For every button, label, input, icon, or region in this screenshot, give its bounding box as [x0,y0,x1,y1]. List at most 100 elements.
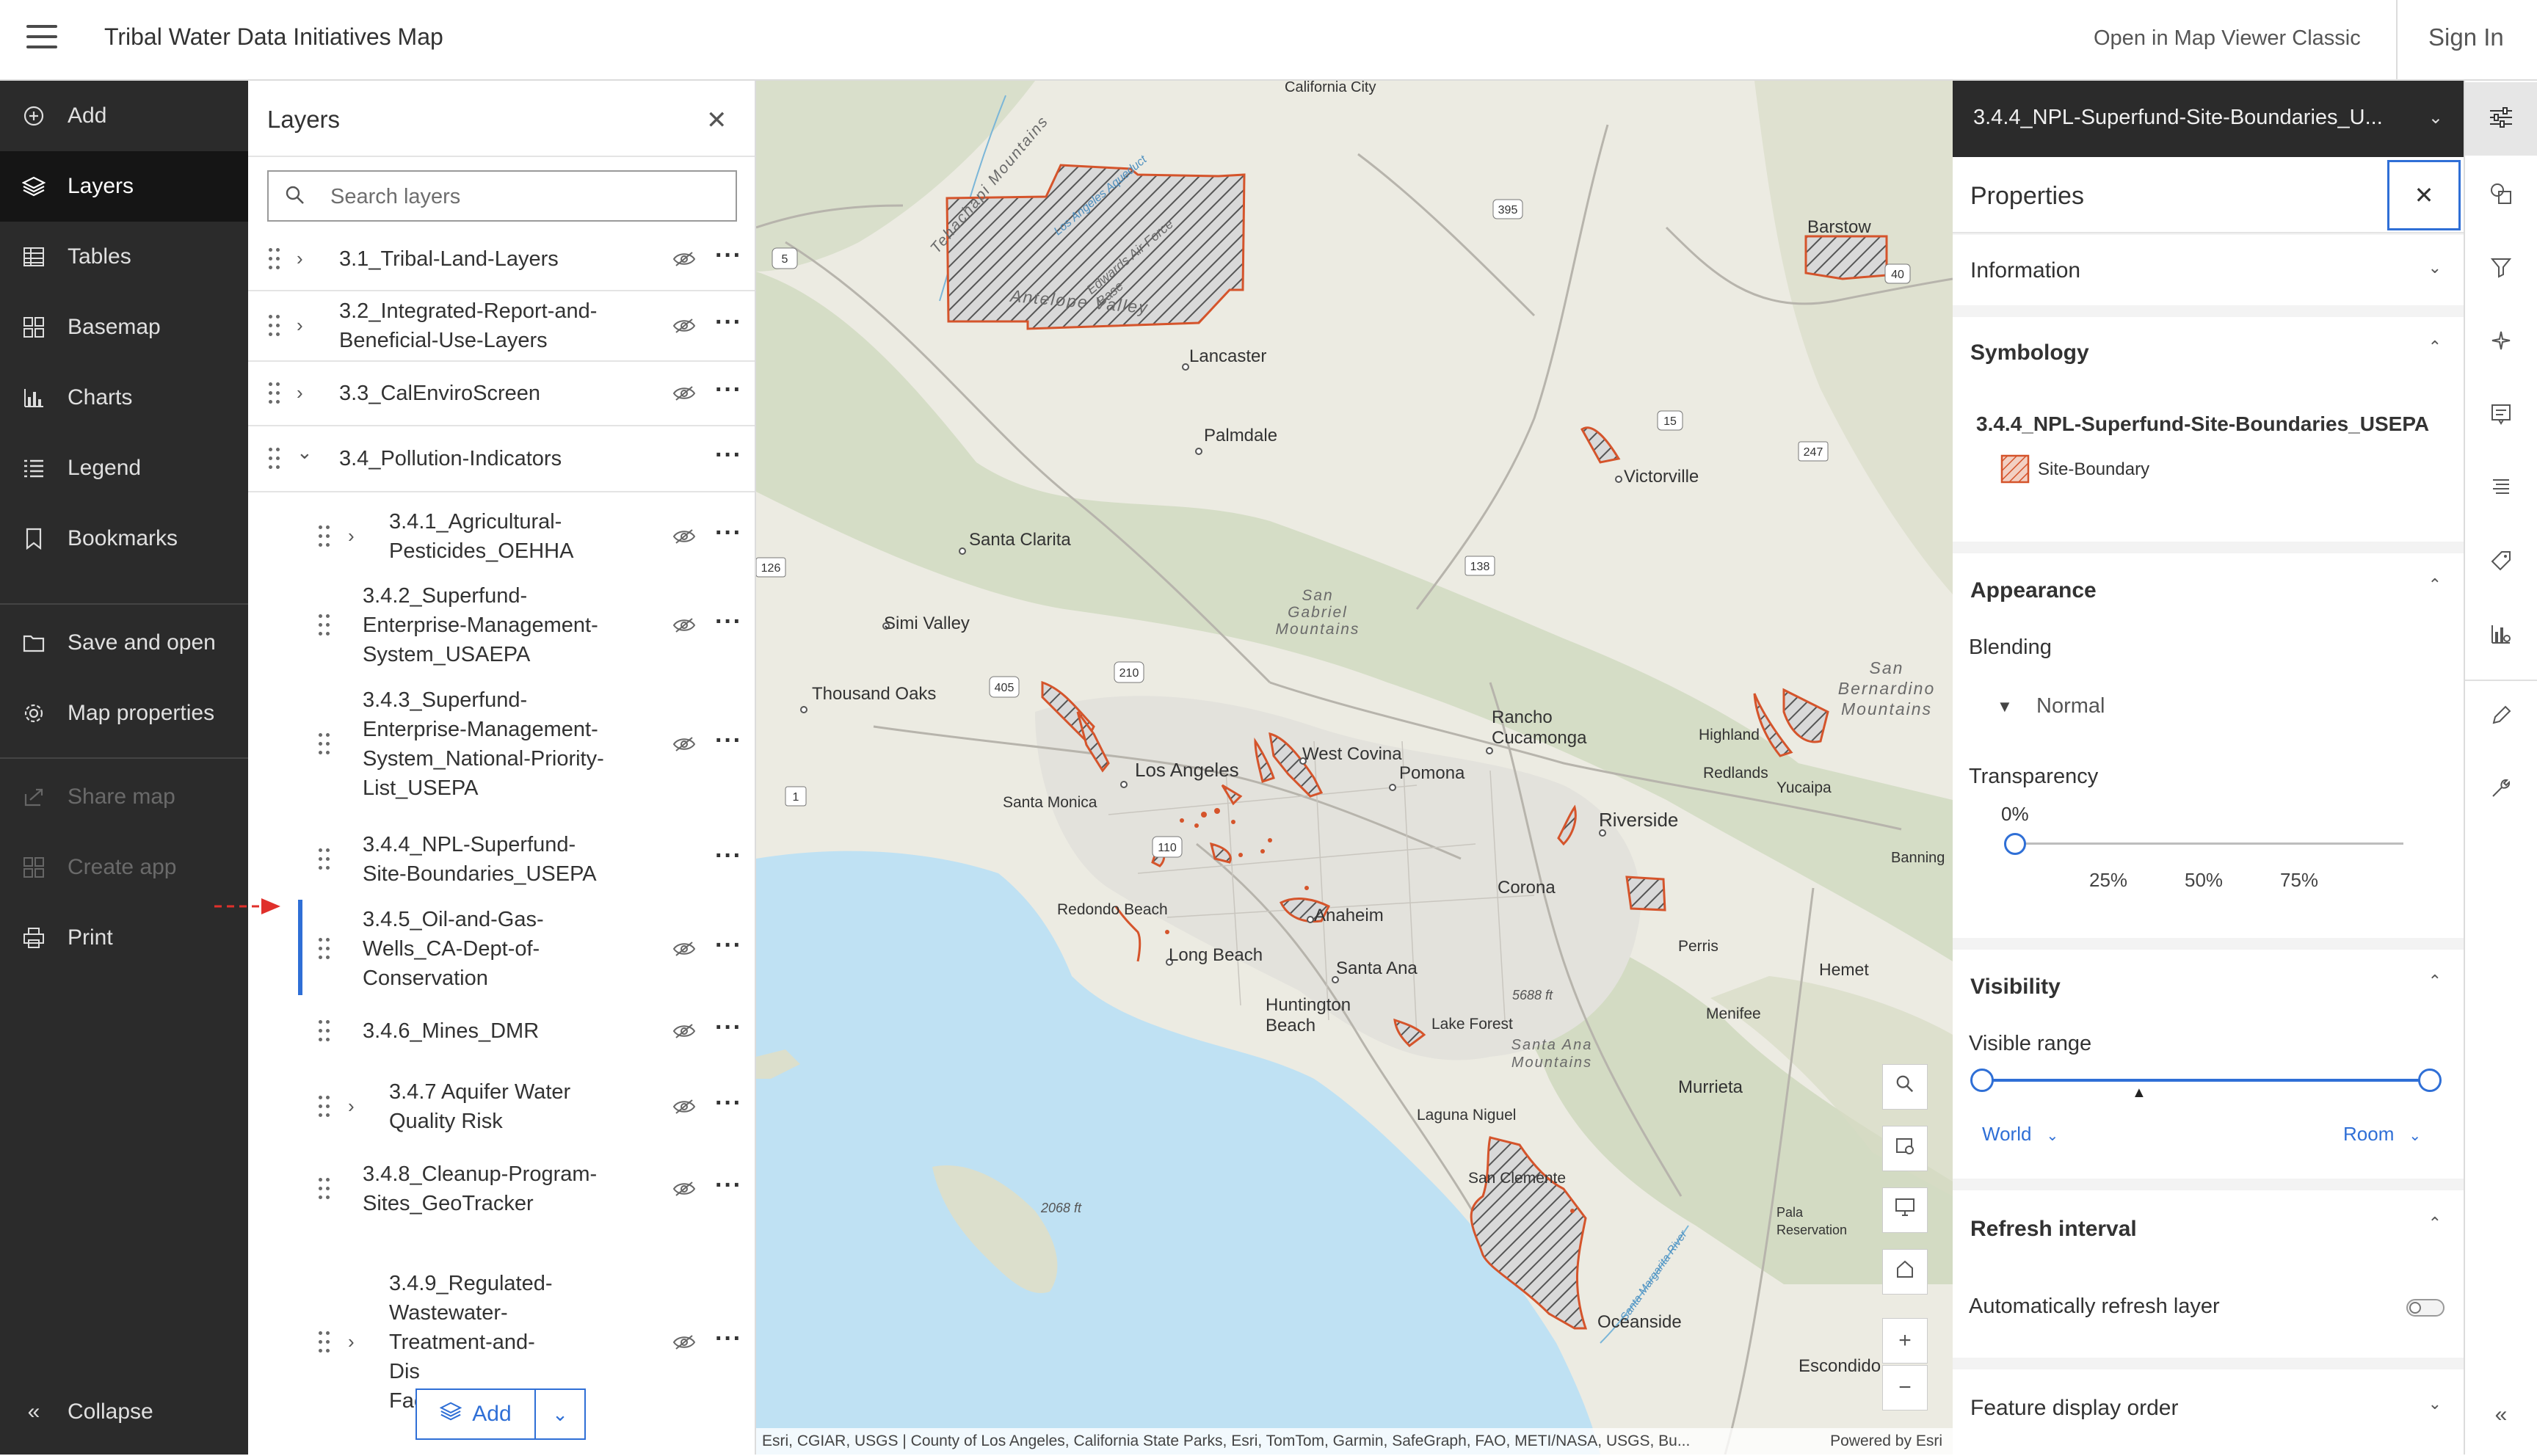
nav-save-open[interactable]: Save and open [0,608,248,678]
chevron-right-icon[interactable]: › [348,1331,355,1353]
map-view[interactable]: 5 395 40 15 247 138 126 405 210 1 110 Ca… [756,81,1953,1455]
chevron-down-icon[interactable]: ⌄ [297,441,313,464]
more-options-icon[interactable]: ··· [715,441,742,470]
powered-by-esri[interactable]: Powered by Esri [1830,1433,1942,1450]
configure-tool-button[interactable] [2465,753,2537,826]
drag-handle-icon[interactable] [319,1096,330,1118]
visibility-off-icon[interactable] [672,1180,696,1198]
range-min-handle[interactable] [1970,1069,1994,1092]
section-feature-order[interactable]: Feature display order ⌄ [1953,1369,2464,1455]
visibility-off-icon[interactable] [672,940,696,958]
menu-icon[interactable] [26,25,57,50]
more-options-icon[interactable]: ··· [715,931,742,960]
layer-row[interactable]: › 3.3_CalEnviroScreen ··· [248,361,755,426]
drag-handle-icon[interactable] [269,315,280,337]
more-options-icon[interactable]: ··· [715,519,742,547]
section-title[interactable]: Refresh interval [1970,1217,2137,1242]
transparency-slider-handle[interactable] [2004,833,2026,855]
visibility-off-icon[interactable] [672,735,696,753]
properties-tool-button[interactable] [2465,82,2537,156]
nav-charts[interactable]: Charts [0,363,248,433]
more-options-icon[interactable]: ··· [715,842,742,870]
section-title[interactable]: Visibility [1970,975,2061,1000]
more-options-icon[interactable]: ··· [715,1089,742,1118]
drag-handle-icon[interactable] [269,382,280,404]
chevron-up-icon[interactable]: ⌃ [2428,1214,2442,1233]
sketch-tool-button[interactable] [2465,680,2537,753]
more-options-icon[interactable]: ··· [715,727,742,755]
chevron-right-icon[interactable]: › [297,247,303,270]
nav-tables[interactable]: Tables [0,222,248,292]
layer-select-dropdown[interactable]: 3.4.4_NPL-Superfund-Site-Boundaries_U...… [1953,81,2464,157]
more-options-icon[interactable]: ··· [715,308,742,337]
visibility-off-icon[interactable] [672,317,696,335]
nav-legend[interactable]: Legend [0,433,248,503]
layer-row[interactable]: 3.4.5_Oil-and-Gas- Wells_CA-Dept-of- Conse… [248,900,755,998]
styles-tool-button[interactable] [2465,159,2537,232]
more-options-icon[interactable]: ··· [715,1013,742,1042]
map-layers-button[interactable] [1882,1126,1928,1171]
filter-tool-button[interactable] [2465,232,2537,305]
close-icon[interactable]: ✕ [2387,160,2461,230]
nav-add[interactable]: Add [0,81,248,151]
nav-map-properties[interactable]: Map properties [0,678,248,749]
section-information[interactable]: Information ⌄ [1953,235,2464,305]
more-options-icon[interactable]: ··· [715,241,742,270]
visibility-off-icon[interactable] [672,528,696,545]
visible-range-track[interactable] [1982,1079,2430,1082]
collapse-button[interactable]: « Collapse [0,1377,248,1447]
chevron-right-icon[interactable]: › [297,382,303,404]
nav-layers[interactable]: Layers [0,151,248,222]
drag-handle-icon[interactable] [319,848,330,870]
chevron-right-icon[interactable]: › [348,1095,355,1118]
nav-create-app[interactable]: Create app [0,832,248,903]
more-options-icon[interactable]: ··· [715,608,742,636]
labels-tool-button[interactable] [2465,525,2537,599]
zoom-in-button[interactable]: + [1882,1318,1928,1364]
nav-share-map[interactable]: Share map [0,762,248,832]
visibility-off-icon[interactable] [672,616,696,634]
sign-in-button[interactable]: Sign In [2428,23,2504,51]
auto-refresh-toggle[interactable] [2406,1299,2445,1317]
home-button[interactable] [1882,1249,1928,1295]
search-input[interactable] [329,181,725,213]
drag-handle-icon[interactable] [269,448,280,470]
section-title[interactable]: Symbology [1970,341,2089,365]
add-layer-button[interactable]: Add [417,1390,536,1438]
drag-handle-icon[interactable] [269,248,280,270]
chevron-up-icon[interactable]: ⌃ [2428,972,2442,991]
charts-tool-button[interactable] [2465,599,2537,672]
visibility-off-icon[interactable] [672,1022,696,1040]
drag-handle-icon[interactable] [319,614,330,636]
section-title[interactable]: Appearance [1970,578,2097,603]
drag-handle-icon[interactable] [319,1020,330,1042]
transparency-track[interactable] [2014,842,2403,845]
nav-bookmarks[interactable]: Bookmarks [0,503,248,574]
drag-handle-icon[interactable] [319,525,330,547]
chevron-right-icon[interactable]: › [297,314,303,337]
layer-row[interactable]: › 3.4.7 Aquifer Water Quality Risk ··· [248,1064,755,1149]
open-classic-link[interactable]: Open in Map Viewer Classic [2094,26,2361,51]
visibility-off-icon[interactable] [672,1333,696,1351]
chevron-up-icon[interactable]: ⌃ [2428,575,2442,594]
close-icon[interactable]: ✕ [706,106,727,135]
drag-handle-icon[interactable] [319,1178,330,1200]
map-display-button[interactable] [1882,1187,1928,1233]
range-max-select[interactable]: Room ⌄ [2343,1123,2421,1146]
range-max-handle[interactable] [2418,1069,2442,1092]
layer-row[interactable]: › 3.4.1_Agricultural- Pesticides_OEHHA ··· [248,492,755,581]
hatch-swatch-icon[interactable] [2000,454,2030,484]
drag-handle-icon[interactable] [319,938,330,960]
blending-select[interactable]: ▼ Normal [1997,694,2188,724]
layer-row[interactable]: › 3.2_Integrated-Report-and- Beneficial-Us… [248,291,755,361]
layer-row[interactable]: 3.4.2_Superfund- Enterprise-Management- Sy… [248,581,755,669]
nav-basemap[interactable]: Basemap [0,292,248,363]
visibility-off-icon[interactable] [672,1098,696,1115]
more-options-icon[interactable]: ··· [715,1325,742,1353]
zoom-out-button[interactable]: − [1882,1365,1928,1410]
layer-row[interactable]: 3.4.8_Cleanup-Program- Sites_GeoTracker ··… [248,1149,755,1228]
layer-row[interactable]: ⌄ 3.4_Pollution-Indicators ··· [248,426,755,492]
visibility-off-icon[interactable] [672,250,696,268]
expand-toolbar-button[interactable]: « [2465,1378,2537,1452]
nav-print[interactable]: Print [0,903,248,973]
